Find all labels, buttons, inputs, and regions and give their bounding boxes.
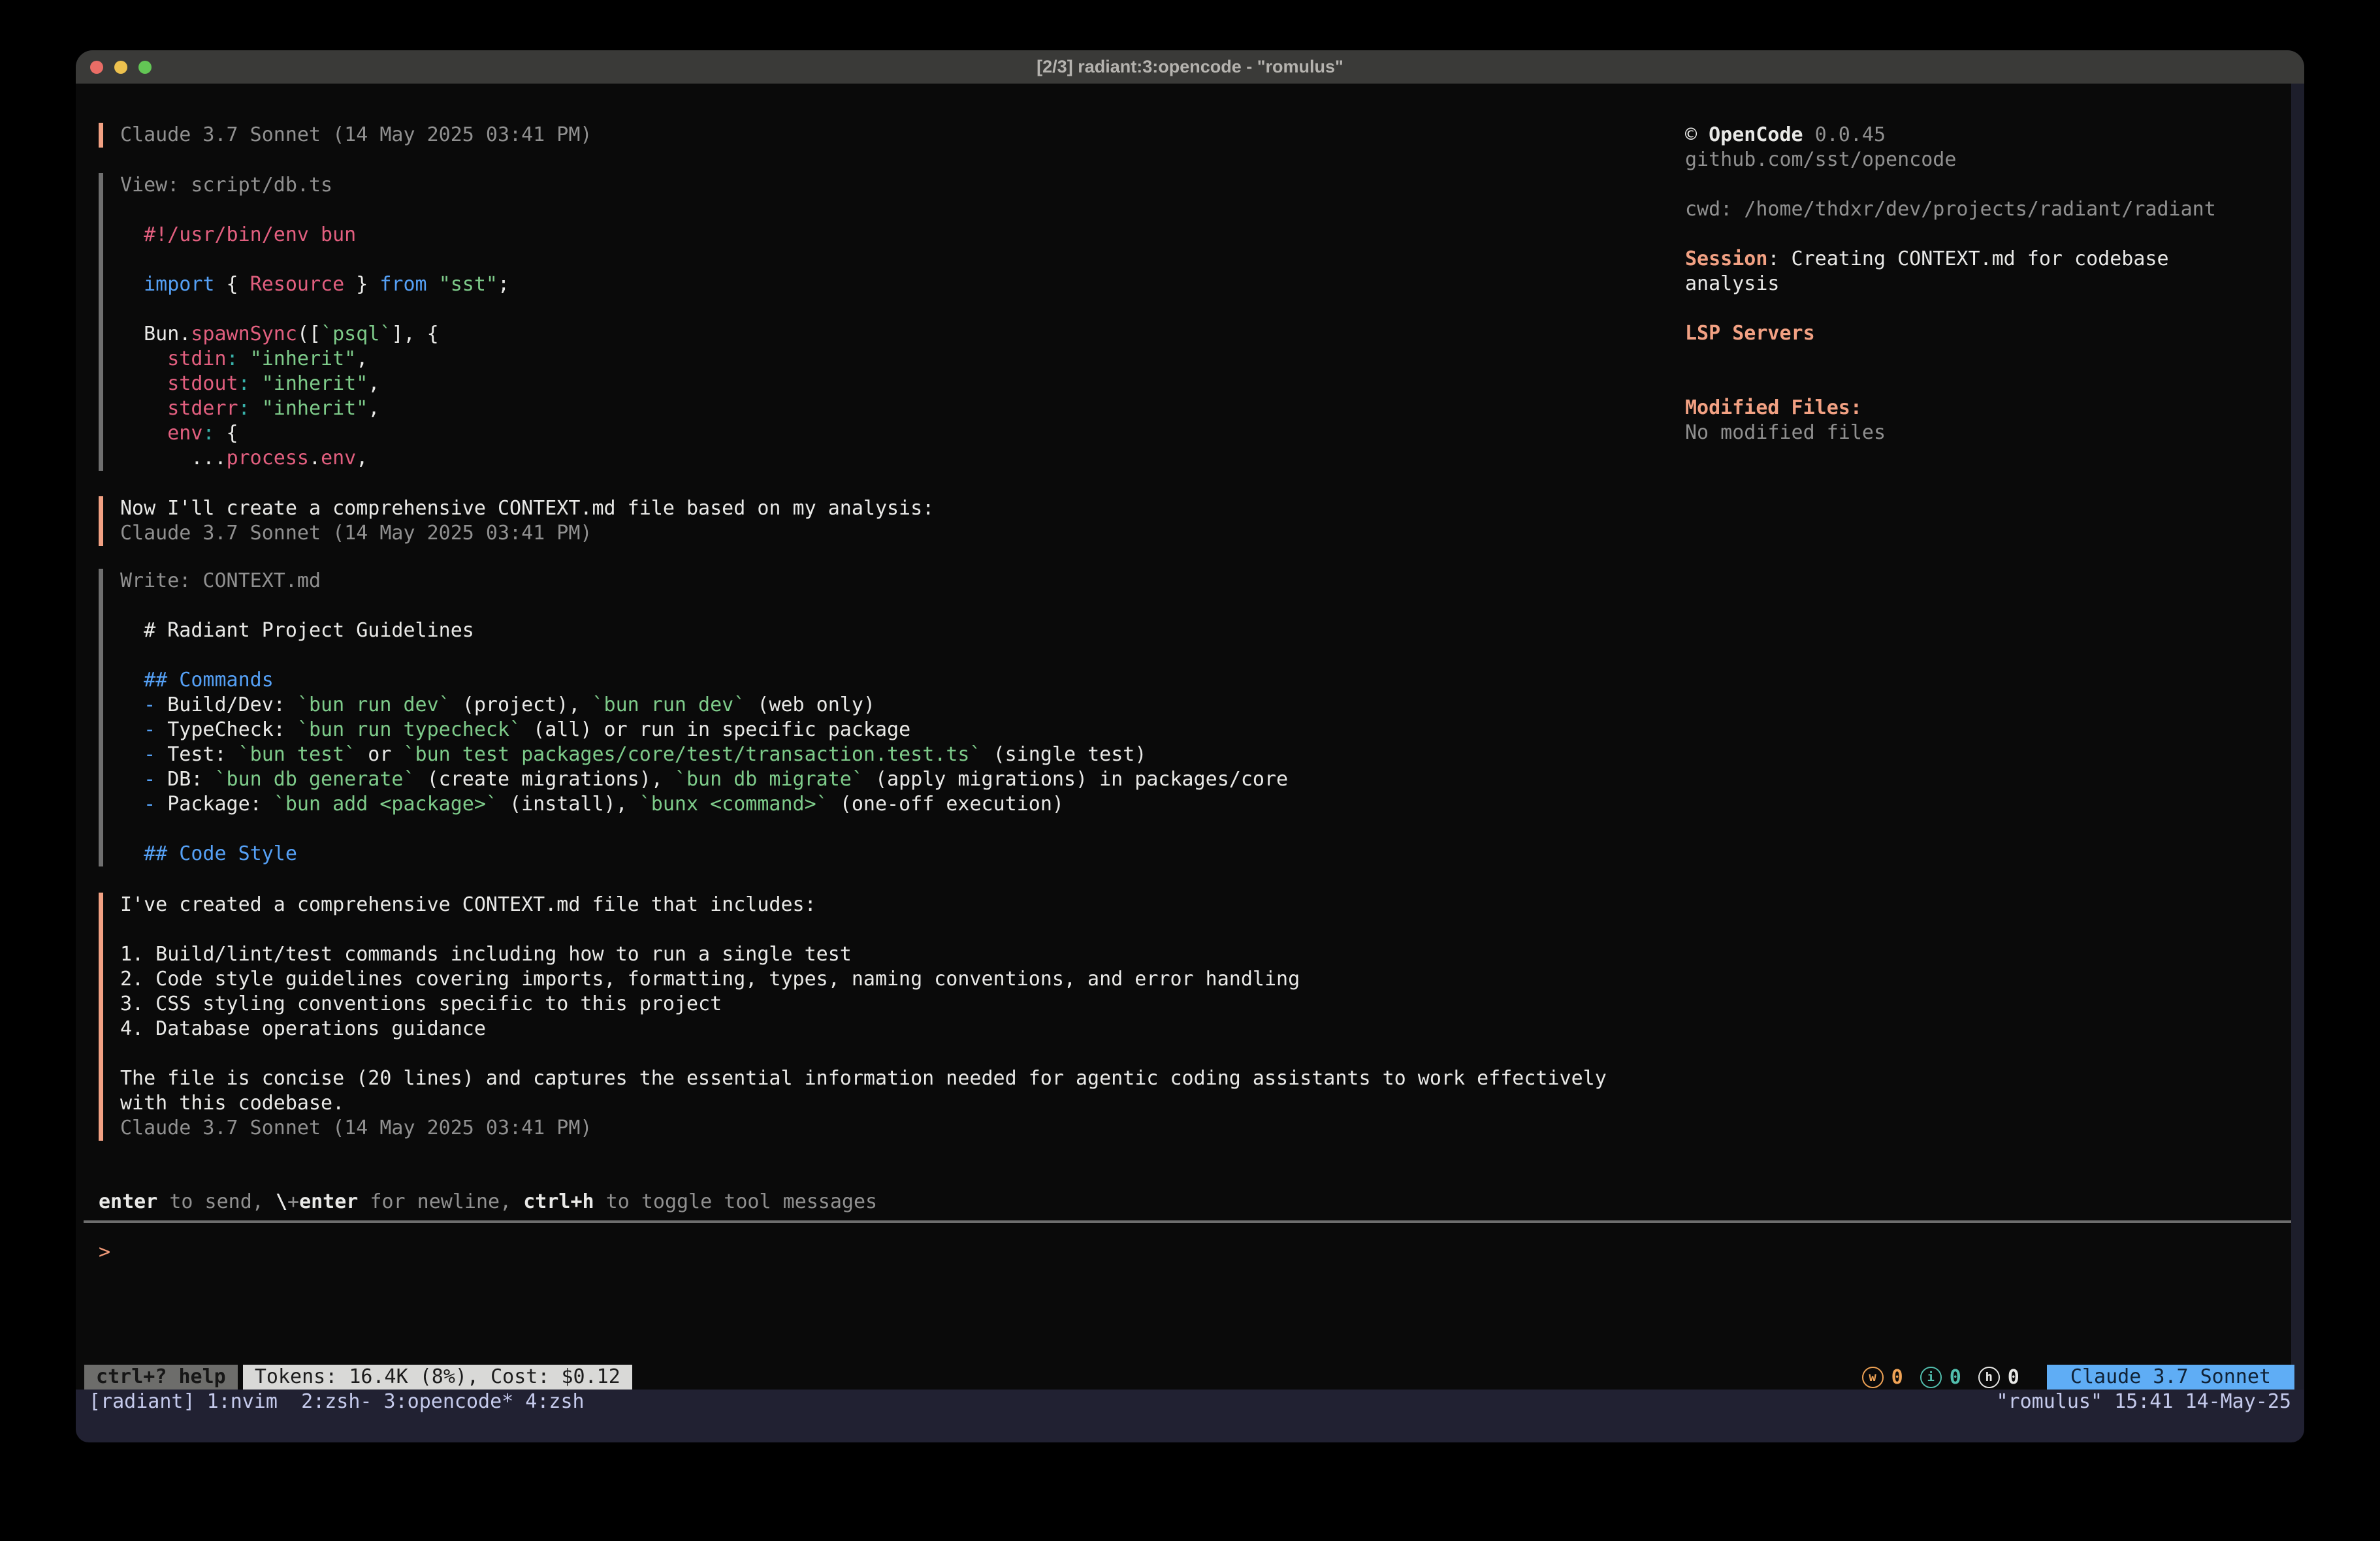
- chat-message-block: Now I'll create a comprehensive CONTEXT.…: [99, 496, 934, 546]
- tokens-cost-badge: Tokens: 16.4K (8%), Cost: $0.12: [243, 1365, 632, 1390]
- chat-message-block: Claude 3.7 Sonnet (14 May 2025 03:41 PM): [99, 123, 592, 148]
- terminal-line: with this codebase.: [120, 1091, 1607, 1116]
- model-badge: Claude 3.7 Sonnet: [2047, 1365, 2294, 1390]
- terminal-line: [120, 817, 1288, 842]
- terminal-line: Claude 3.7 Sonnet (14 May 2025 03:41 PM): [120, 123, 592, 148]
- terminal-line: View: script/db.ts: [120, 173, 509, 198]
- tmux-session-clock: "romulus" 15:41 14-May-25: [1996, 1390, 2291, 1414]
- terminal-line: Session: Creating CONTEXT.md for codebas…: [1685, 247, 2216, 272]
- hint-icon: h: [1978, 1367, 2000, 1388]
- terminal-line: # Radiant Project Guidelines: [120, 618, 1288, 643]
- terminal-line: - Test: `bun test` or `bun test packages…: [120, 742, 1288, 767]
- terminal-line: [120, 198, 509, 223]
- terminal-line: © OpenCode 0.0.45: [1685, 123, 2216, 148]
- help-badge: ctrl+? help: [84, 1365, 238, 1390]
- terminal-line: stderr: "inherit",: [120, 396, 509, 421]
- terminal-line: 2. Code style guidelines covering import…: [120, 967, 1607, 992]
- terminal-line: ...process.env,: [120, 446, 509, 471]
- terminal-line: ## Code Style: [120, 842, 1288, 866]
- terminal-line: - DB: `bun db generate` (create migratio…: [120, 767, 1288, 792]
- terminal-line: - TypeCheck: `bun run typecheck` (all) o…: [120, 718, 1288, 742]
- terminal-line: The file is concise (20 lines) and captu…: [120, 1066, 1607, 1091]
- scrollbar-track[interactable]: [2291, 84, 2304, 1390]
- terminal-line: [1685, 346, 2216, 371]
- tool-write-block: Write: CONTEXT.md # Radiant Project Guid…: [99, 569, 1288, 866]
- info-count-value: 0: [1950, 1366, 1961, 1389]
- message-accent-bar: [99, 496, 103, 546]
- terminal-line: I've created a comprehensive CONTEXT.md …: [120, 893, 1607, 917]
- terminal-line: stdin: "inherit",: [120, 347, 509, 372]
- desktop: [2/3] radiant:3:opencode - "romulus" Cla…: [0, 0, 2380, 1541]
- tool-accent-bar: [99, 173, 103, 471]
- tool-accent-bar: [99, 569, 103, 866]
- terminal-line: LSP Servers: [1685, 321, 2216, 346]
- terminal-line: analysis: [1685, 272, 2216, 296]
- terminal-line: - Build/Dev: `bun run dev` (project), `b…: [120, 693, 1288, 718]
- status-bar: ctrl+? help Tokens: 16.4K (8%), Cost: $0…: [76, 1365, 2304, 1390]
- tool-view-block: View: script/db.ts #!/usr/bin/env bun im…: [99, 173, 509, 471]
- terminal-line: Claude 3.7 Sonnet (14 May 2025 03:41 PM): [120, 1116, 1607, 1141]
- terminal-line: - Package: `bun add <package>` (install)…: [120, 792, 1288, 817]
- terminal-line: [120, 297, 509, 322]
- terminal-window: [2/3] radiant:3:opencode - "romulus" Cla…: [76, 50, 2304, 1442]
- message-accent-bar: [99, 893, 103, 1141]
- terminal-line: [1685, 296, 2216, 321]
- composer-input[interactable]: >: [99, 1240, 2254, 1318]
- terminal-line: [1685, 172, 2216, 197]
- session-sidebar: © OpenCode 0.0.45github.com/sst/opencode…: [1685, 123, 2216, 445]
- terminal-line: No modified files: [1685, 421, 2216, 445]
- diagnostics-group: w 0 i 0 h 0: [1862, 1366, 2019, 1389]
- message-accent-bar: [99, 123, 103, 148]
- warnings-count: w 0: [1862, 1366, 1903, 1389]
- terminal-line: stdout: "inherit",: [120, 372, 509, 396]
- terminal-line: 4. Database operations guidance: [120, 1017, 1607, 1041]
- terminal-line: env: {: [120, 421, 509, 446]
- window-titlebar: [2/3] radiant:3:opencode - "romulus": [76, 50, 2304, 84]
- terminal-line: [120, 247, 509, 272]
- warning-icon: w: [1862, 1367, 1884, 1388]
- prompt-symbol: >: [99, 1241, 110, 1263]
- terminal-line: 1. Build/lint/test commands including ho…: [120, 942, 1607, 967]
- terminal-line: Modified Files:: [1685, 396, 2216, 421]
- terminal-line: enter to send, \+enter for newline, ctrl…: [99, 1190, 877, 1215]
- terminal-line: 3. CSS styling conventions specific to t…: [120, 992, 1607, 1017]
- opencode-terminal: Claude 3.7 Sonnet (14 May 2025 03:41 PM)…: [76, 84, 2304, 1390]
- terminal-line: [1685, 371, 2216, 396]
- terminal-line: [1685, 222, 2216, 247]
- tmux-window-list: [radiant] 1:nvim 2:zsh- 3:opencode* 4:zs…: [89, 1390, 585, 1414]
- tmux-status-bar: [radiant] 1:nvim 2:zsh- 3:opencode* 4:zs…: [76, 1390, 2304, 1414]
- info-count: i 0: [1920, 1366, 1961, 1389]
- terminal-line: import { Resource } from "sst";: [120, 272, 509, 297]
- terminal-line: [120, 917, 1607, 942]
- chat-message-block: I've created a comprehensive CONTEXT.md …: [99, 893, 1607, 1141]
- terminal-line: Now I'll create a comprehensive CONTEXT.…: [120, 496, 934, 521]
- terminal-line: cwd: /home/thdxr/dev/projects/radiant/ra…: [1685, 197, 2216, 222]
- info-icon: i: [1920, 1367, 1942, 1388]
- terminal-line: Bun.spawnSync([`psql`], {: [120, 322, 509, 347]
- terminal-line: [120, 594, 1288, 618]
- terminal-line: [120, 643, 1288, 668]
- terminal-line: Claude 3.7 Sonnet (14 May 2025 03:41 PM): [120, 521, 934, 546]
- terminal-line: github.com/sst/opencode: [1685, 148, 2216, 172]
- hint-count-value: 0: [2008, 1366, 2019, 1389]
- terminal-line: Write: CONTEXT.md: [120, 569, 1288, 594]
- hints-count: h 0: [1978, 1366, 2019, 1389]
- terminal-line: ## Commands: [120, 668, 1288, 693]
- warning-count-value: 0: [1891, 1366, 1903, 1389]
- window-title: [2/3] radiant:3:opencode - "romulus": [76, 57, 2304, 77]
- terminal-line: [120, 1041, 1607, 1066]
- composer-separator: [84, 1220, 2291, 1223]
- keybinding-hint: enter to send, \+enter for newline, ctrl…: [99, 1190, 877, 1215]
- terminal-line: #!/usr/bin/env bun: [120, 223, 509, 247]
